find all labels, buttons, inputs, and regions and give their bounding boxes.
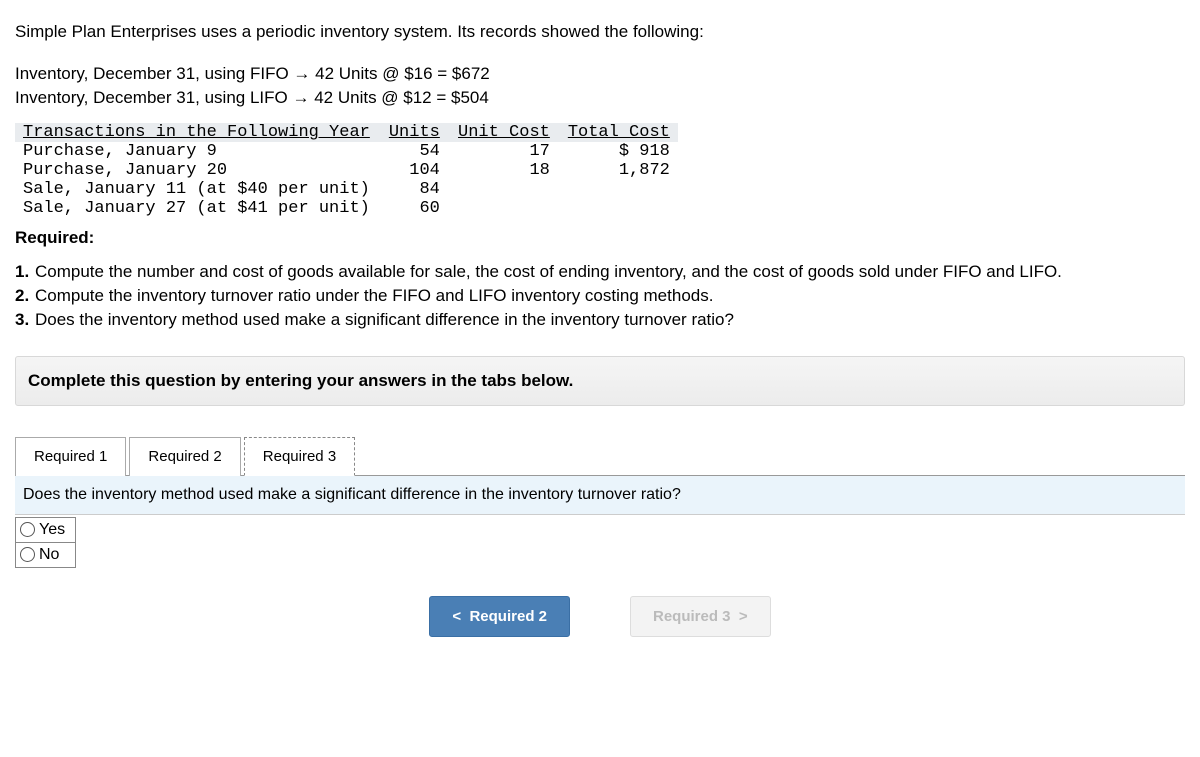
cell-units: 104 bbox=[378, 161, 448, 180]
answer-options: Yes No bbox=[15, 517, 76, 568]
col-header-total-cost: Total Cost bbox=[558, 123, 678, 142]
col-header-unit-cost: Unit Cost bbox=[448, 123, 558, 142]
table-row: Sale, January 11 (at $40 per unit) 84 bbox=[15, 180, 678, 199]
chevron-right-icon: > bbox=[739, 608, 748, 625]
requirements-list: 1. Compute the number and cost of goods … bbox=[15, 260, 1185, 331]
option-no-label: No bbox=[39, 546, 59, 563]
col-header-units: Units bbox=[378, 123, 448, 142]
option-yes-label: Yes bbox=[39, 521, 65, 538]
tabs-container: Required 1 Required 2 Required 3 bbox=[15, 436, 1185, 476]
requirement-item: 2. Compute the inventory turnover ratio … bbox=[15, 284, 1185, 308]
option-yes[interactable]: Yes bbox=[16, 517, 76, 542]
nav-buttons: < Required 2 Required 3 > bbox=[15, 596, 1185, 637]
cell-units: 84 bbox=[378, 180, 448, 199]
lifo-line: Inventory, December 31, using LIFO → 42 … bbox=[15, 86, 1185, 110]
cell-desc: Sale, January 27 (at $41 per unit) bbox=[15, 199, 378, 218]
requirement-item: 1. Compute the number and cost of goods … bbox=[15, 260, 1185, 284]
next-button[interactable]: Required 3 > bbox=[630, 596, 771, 637]
prev-label: Required 2 bbox=[469, 608, 547, 625]
fifo-line: Inventory, December 31, using FIFO → 42 … bbox=[15, 62, 1185, 86]
cell-desc: Sale, January 11 (at $40 per unit) bbox=[15, 180, 378, 199]
table-row: Purchase, January 20 104 18 1,872 bbox=[15, 161, 678, 180]
cell-unit-cost bbox=[448, 199, 558, 218]
option-no[interactable]: No bbox=[16, 542, 76, 567]
cell-units: 54 bbox=[378, 142, 448, 161]
chevron-left-icon: < bbox=[452, 608, 461, 625]
cell-total-cost bbox=[558, 199, 678, 218]
cell-desc: Purchase, January 20 bbox=[15, 161, 378, 180]
table-row: Sale, January 27 (at $41 per unit) 60 bbox=[15, 199, 678, 218]
prev-button[interactable]: < Required 2 bbox=[429, 596, 570, 637]
tab-required-3[interactable]: Required 3 bbox=[244, 437, 355, 476]
cell-unit-cost: 17 bbox=[448, 142, 558, 161]
instruction-bar: Complete this question by entering your … bbox=[15, 356, 1185, 406]
cell-total-cost: $ 918 bbox=[558, 142, 678, 161]
transactions-table: Transactions in the Following Year Units… bbox=[15, 123, 678, 218]
intro-text: Simple Plan Enterprises uses a periodic … bbox=[15, 20, 1185, 44]
cell-desc: Purchase, January 9 bbox=[15, 142, 378, 161]
radio-icon[interactable] bbox=[20, 547, 35, 562]
next-label: Required 3 bbox=[653, 608, 731, 625]
req-number: 2. bbox=[15, 284, 35, 308]
tab-required-1[interactable]: Required 1 bbox=[15, 437, 126, 476]
required-label: Required: bbox=[15, 228, 1185, 248]
requirement-item: 3. Does the inventory method used make a… bbox=[15, 308, 1185, 332]
table-row: Purchase, January 9 54 17 $ 918 bbox=[15, 142, 678, 161]
cell-total-cost: 1,872 bbox=[558, 161, 678, 180]
tab-required-2[interactable]: Required 2 bbox=[129, 437, 240, 476]
req-text: Compute the number and cost of goods ava… bbox=[35, 260, 1062, 284]
table-header-row: Transactions in the Following Year Units… bbox=[15, 123, 678, 142]
cell-unit-cost: 18 bbox=[448, 161, 558, 180]
cell-units: 60 bbox=[378, 199, 448, 218]
req-number: 1. bbox=[15, 260, 35, 284]
req-text: Compute the inventory turnover ratio und… bbox=[35, 284, 713, 308]
col-header-transactions: Transactions in the Following Year bbox=[15, 123, 378, 142]
radio-icon[interactable] bbox=[20, 522, 35, 537]
req-text: Does the inventory method used make a si… bbox=[35, 308, 734, 332]
req-number: 3. bbox=[15, 308, 35, 332]
inventory-info: Inventory, December 31, using FIFO → 42 … bbox=[15, 62, 1185, 110]
cell-unit-cost bbox=[448, 180, 558, 199]
cell-total-cost bbox=[558, 180, 678, 199]
question-bar: Does the inventory method used make a si… bbox=[15, 476, 1185, 515]
